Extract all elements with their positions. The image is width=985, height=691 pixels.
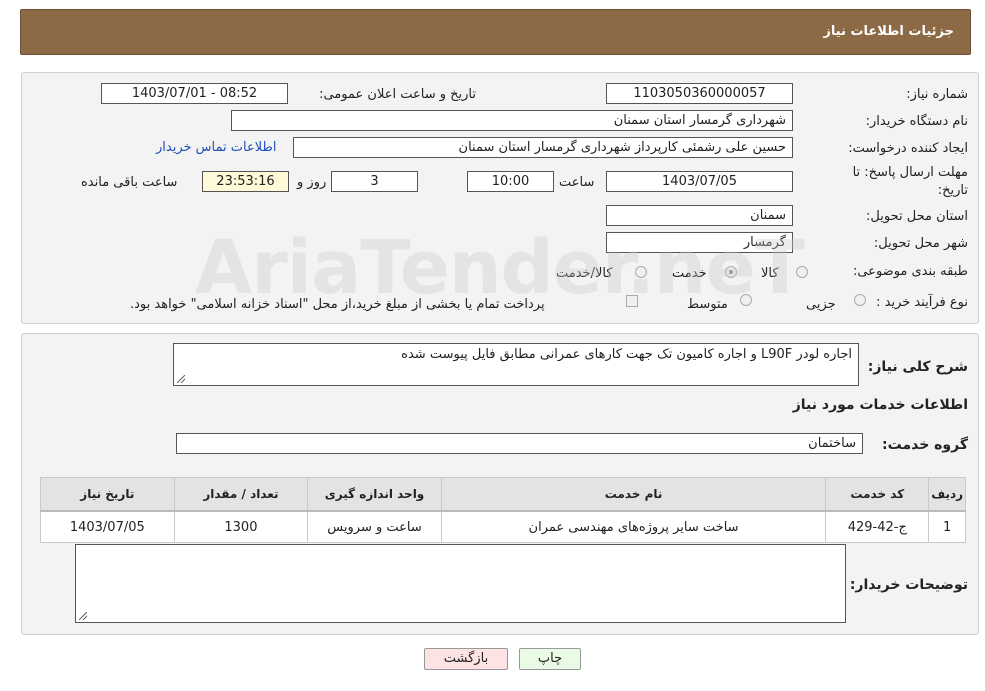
province-field: سمنان [606, 205, 793, 226]
cell-service-name: ساخت سایر پروژه‌های مهندسی عمران [440, 510, 827, 543]
creator-label: ایجاد کننده درخواست: [848, 141, 968, 156]
creator-field: حسین علی رشمئی کارپرداز شهرداری گرمسار ا… [293, 137, 793, 158]
col-header-service-code: کد خدمت [825, 477, 930, 512]
watermark-logo: AriaTender.neT [195, 225, 805, 311]
col-header-need-date: تاریخ نیاز [40, 477, 175, 512]
deadline-time-field: 10:00 [467, 171, 554, 192]
page-header: جزئیات اطلاعات نیاز [20, 9, 971, 55]
deadline-time-label: ساعت [559, 175, 595, 190]
col-header-row-num: ردیف [928, 477, 966, 512]
back-button[interactable]: بازگشت [424, 648, 508, 670]
description-label: شرح کلی نیاز: [867, 359, 968, 375]
province-label: استان محل تحویل: [866, 209, 968, 224]
category-label: طبقه بندی موضوعی: [852, 264, 968, 279]
cell-need-date: 1403/07/05 [40, 510, 175, 543]
buyer-contact-link[interactable]: اطلاعات تماس خریدار [156, 140, 276, 155]
deadline-label-line2: تاریخ: [937, 183, 968, 198]
table-header-row: ردیف کد خدمت نام خدمت واحد اندازه گیری ت… [40, 477, 966, 512]
description-textarea: اجاره لودر L90F و اجاره کامیون تک جهت کا… [173, 343, 859, 386]
resize-grip-icon[interactable] [79, 612, 87, 620]
process-type-label: نوع فرآیند خرید : [876, 295, 968, 310]
deadline-date-field: 1403/07/05 [606, 171, 793, 192]
print-button[interactable]: چاپ [519, 648, 581, 670]
need-number-label: شماره نیاز: [906, 87, 968, 102]
days-label: روز و [297, 175, 327, 190]
col-header-service-name: نام خدمت [440, 477, 827, 512]
buyer-notes-label: توضیحات خریدار: [849, 577, 968, 593]
resize-grip-icon[interactable] [177, 375, 185, 383]
process-minor-radio[interactable] [854, 294, 866, 306]
need-number-field: 1103050360000057 [606, 83, 793, 104]
description-text: اجاره لودر L90F و اجاره کامیون تک جهت کا… [401, 347, 852, 362]
buyer-org-label: نام دستگاه خریدار: [865, 114, 968, 129]
cell-row-num: 1 [928, 510, 966, 543]
remaining-days-field: 3 [331, 171, 418, 192]
services-table: ردیف کد خدمت نام خدمت واحد اندازه گیری ت… [40, 477, 966, 543]
remaining-time-field: 23:53:16 [202, 171, 289, 192]
service-group-label: گروه خدمت: [882, 437, 968, 453]
cell-quantity: 1300 [173, 510, 309, 543]
page-title: جزئیات اطلاعات نیاز [823, 24, 954, 39]
service-group-field: ساختمان [176, 433, 863, 454]
buyer-notes-textarea [75, 544, 846, 623]
table-row: 1 ج-42-429 ساخت سایر پروژه‌های مهندسی عم… [40, 510, 966, 543]
city-label: شهر محل تحویل: [873, 236, 968, 251]
col-header-quantity: تعداد / مقدار [173, 477, 309, 512]
cell-unit: ساعت و سرویس [307, 510, 442, 543]
announce-datetime-label: تاریخ و ساعت اعلان عمومی: [319, 87, 476, 102]
buyer-org-field: شهرداری گرمسار استان سمنان [231, 110, 793, 131]
col-header-unit: واحد اندازه گیری [307, 477, 442, 512]
remaining-time-label: ساعت باقی مانده [81, 175, 178, 190]
services-heading: اطلاعات خدمات مورد نیاز [792, 397, 968, 413]
deadline-label-line1: مهلت ارسال پاسخ: تا [852, 165, 968, 180]
announce-datetime-field: 1403/07/01 - 08:52 [101, 83, 288, 104]
cell-service-code: ج-42-429 [825, 510, 930, 543]
process-minor-label: جزیی [806, 297, 836, 312]
